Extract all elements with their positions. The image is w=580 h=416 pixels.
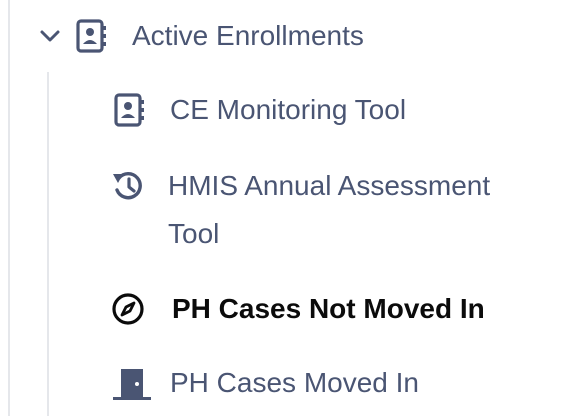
contact-book-icon	[108, 86, 148, 134]
tree-item-ph-cases-moved-in[interactable]: PH Cases Moved In	[108, 359, 419, 407]
tree-item-active-enrollments[interactable]: Active Enrollments	[36, 12, 364, 60]
tree-item-label: CE Monitoring Tool	[170, 94, 407, 125]
tree-item-label: Active Enrollments	[132, 20, 364, 51]
door-icon	[108, 359, 156, 407]
tree-item-ph-cases-not-moved-in[interactable]: PH Cases Not Moved In	[108, 285, 485, 333]
sidebar-tree: Active Enrollments CE Monitoring Tool HM…	[0, 0, 580, 416]
history-icon	[108, 162, 148, 210]
children-guide-line	[47, 72, 49, 416]
tree-item-ce-monitoring-tool[interactable]: CE Monitoring Tool	[108, 86, 406, 134]
compass-icon	[108, 285, 148, 333]
tree-item-hmis-annual-assessment-tool[interactable]: HMIS Annual Assessment Tool	[108, 162, 538, 258]
tree-item-label: PH Cases Not Moved In	[172, 293, 485, 324]
tree-guide-line	[8, 0, 10, 416]
chevron-down-icon[interactable]	[36, 12, 64, 60]
tree-item-label: PH Cases Moved In	[170, 367, 419, 398]
contact-book-icon	[72, 12, 110, 60]
tree-item-label: HMIS Annual Assessment Tool	[168, 170, 491, 249]
